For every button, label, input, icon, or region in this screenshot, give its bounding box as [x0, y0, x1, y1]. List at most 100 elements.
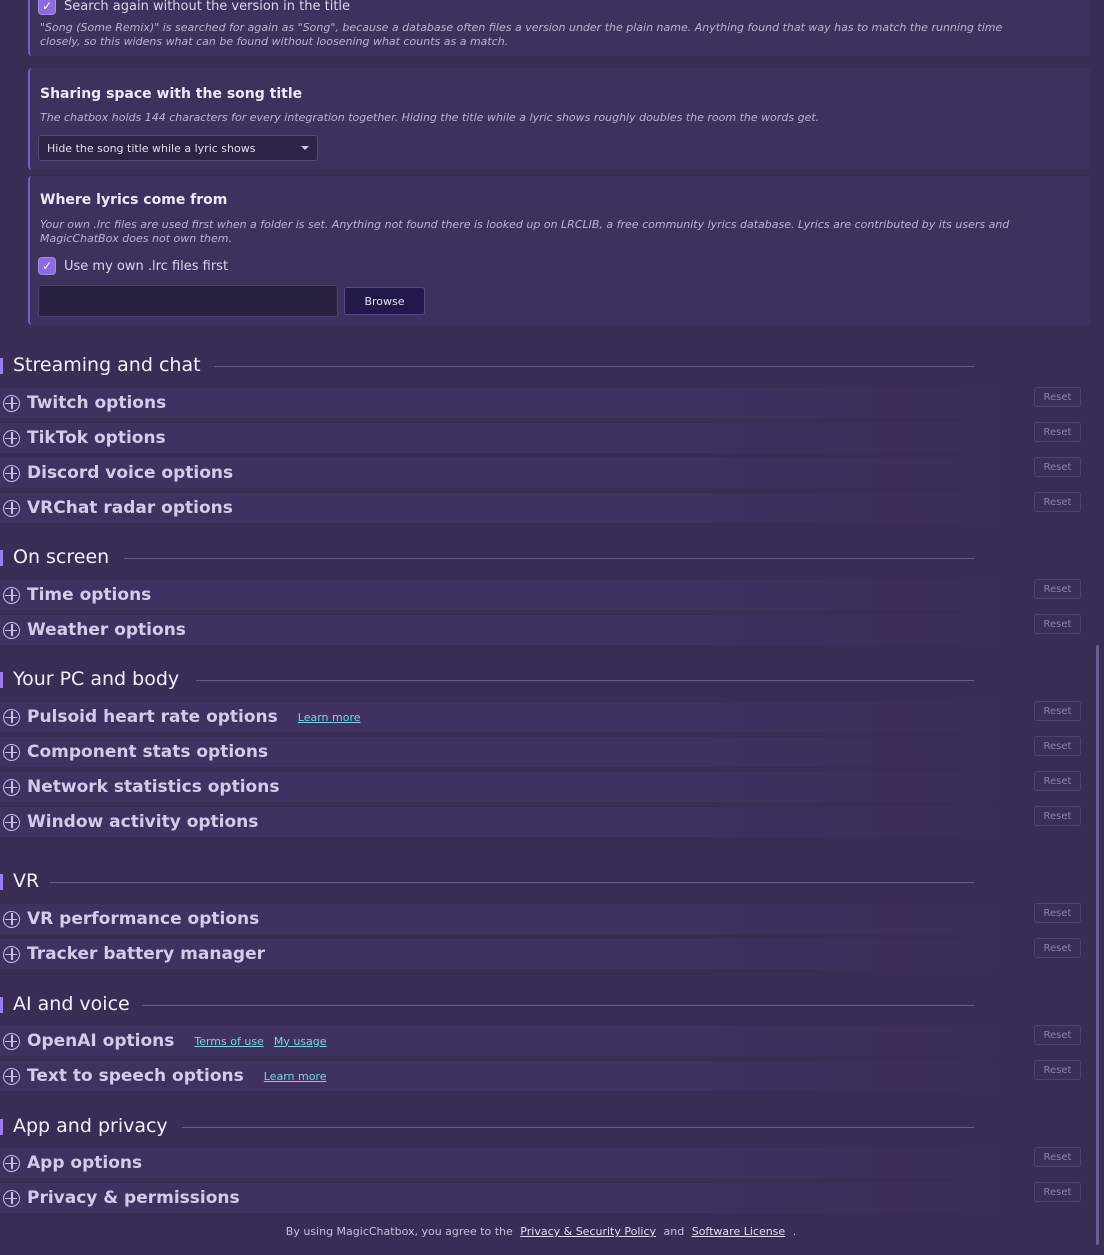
lrc-folder-input[interactable]	[38, 285, 338, 317]
checkbox-checked-icon[interactable]: ✓	[38, 0, 56, 15]
expand-plus-icon	[3, 1189, 20, 1207]
expand-plus-icon	[3, 1067, 20, 1085]
section-vr: VR	[0, 870, 1104, 894]
weather-options-row[interactable]: Weather options	[0, 615, 1000, 645]
reset-button[interactable]: Reset	[1034, 1182, 1081, 1202]
reset-button[interactable]: Reset	[1034, 614, 1081, 634]
reset-button[interactable]: Reset	[1034, 457, 1081, 477]
openai-options-row[interactable]: OpenAI options Terms of use My usage	[0, 1026, 1000, 1056]
section-ai-and-voice: AI and voice	[0, 993, 1104, 1017]
reset-button[interactable]: Reset	[1034, 938, 1081, 958]
sharing-description: The chatbox holds 144 characters for eve…	[40, 111, 820, 124]
section-on-screen: On screen	[0, 546, 1104, 570]
discord-voice-options-row[interactable]: Discord voice options	[0, 458, 1000, 488]
component-stats-options-row[interactable]: Component stats options	[0, 737, 1000, 767]
reset-button[interactable]: Reset	[1034, 771, 1081, 791]
section-divider	[196, 680, 974, 681]
lyrics-source-panel: Where lyrics come from Your own .lrc fil…	[28, 176, 1090, 325]
option-title: App options	[27, 1153, 143, 1173]
expand-plus-icon	[3, 621, 20, 639]
option-title: Discord voice options	[27, 463, 234, 483]
vrchat-radar-options-row[interactable]: VRChat radar options	[0, 493, 1000, 523]
option-title: Privacy & permissions	[27, 1188, 240, 1208]
reset-button[interactable]: Reset	[1034, 806, 1081, 826]
privacy-policy-link[interactable]: Privacy & Security Policy	[520, 1225, 656, 1238]
expand-plus-icon	[3, 464, 20, 482]
browse-button[interactable]: Browse	[344, 287, 425, 315]
tiktok-options-row[interactable]: TikTok options	[0, 423, 1000, 453]
select-value: Hide the song title while a lyric shows	[47, 141, 256, 155]
section-accent-bar	[0, 997, 3, 1013]
expand-plus-icon	[3, 1032, 20, 1050]
use-own-lrc-row[interactable]: ✓ Use my own .lrc files first	[38, 257, 228, 275]
vr-performance-options-row[interactable]: VR performance options	[0, 904, 1000, 934]
section-accent-bar	[0, 672, 3, 688]
checkbox-checked-icon[interactable]: ✓	[38, 257, 56, 275]
section-divider	[142, 1005, 974, 1006]
lyrics-source-description: Your own .lrc files are used first when …	[40, 218, 1010, 245]
reset-button[interactable]: Reset	[1034, 492, 1081, 512]
footer-prefix: By using MagicChatbox, you agree to the	[285, 1225, 513, 1238]
options-page: ✓ Search again without the version in th…	[0, 0, 1104, 1255]
learn-more-link[interactable]: Learn more	[298, 711, 361, 724]
section-title: Your PC and body	[13, 668, 180, 690]
sharing-title: Sharing space with the song title	[40, 86, 303, 102]
reset-button[interactable]: Reset	[1034, 579, 1081, 599]
section-title: On screen	[13, 546, 110, 568]
expand-plus-icon	[3, 910, 20, 928]
option-title: Component stats options	[27, 742, 269, 762]
expand-plus-icon	[3, 743, 20, 761]
reset-button[interactable]: Reset	[1034, 736, 1081, 756]
reset-button[interactable]: Reset	[1034, 387, 1081, 407]
pulsoid-options-row[interactable]: Pulsoid heart rate options Learn more	[0, 702, 1000, 732]
section-divider	[214, 366, 974, 367]
expand-plus-icon	[3, 429, 20, 447]
section-app-and-privacy: App and privacy	[0, 1115, 1104, 1139]
my-usage-link[interactable]: My usage	[274, 1035, 327, 1048]
section-accent-bar	[0, 550, 3, 566]
title-sharing-select[interactable]: Hide the song title while a lyric shows	[38, 135, 318, 161]
section-title: App and privacy	[13, 1115, 168, 1137]
text-to-speech-options-row[interactable]: Text to speech options Learn more	[0, 1061, 1000, 1091]
option-title: Text to speech options	[27, 1066, 244, 1086]
chevron-down-icon	[301, 146, 309, 150]
network-statistics-options-row[interactable]: Network statistics options	[0, 772, 1000, 802]
twitch-options-row[interactable]: Twitch options	[0, 388, 1000, 418]
tracker-battery-manager-row[interactable]: Tracker battery manager	[0, 939, 1000, 969]
search-again-row[interactable]: ✓ Search again without the version in th…	[38, 0, 350, 15]
section-title: VR	[13, 870, 40, 892]
learn-more-link[interactable]: Learn more	[264, 1070, 327, 1083]
lyrics-source-title: Where lyrics come from	[40, 192, 228, 208]
option-title: Network statistics options	[27, 777, 280, 797]
reset-button[interactable]: Reset	[1034, 701, 1081, 721]
footer: By using MagicChatbox, you agree to the …	[0, 1225, 1082, 1238]
option-title: VRChat radar options	[27, 498, 233, 518]
section-divider	[50, 882, 974, 883]
use-own-lrc-label: Use my own .lrc files first	[64, 258, 229, 274]
reset-button[interactable]: Reset	[1034, 903, 1081, 923]
software-license-link[interactable]: Software License	[692, 1225, 785, 1238]
section-your-pc-and-body: Your PC and body	[0, 668, 1104, 692]
expand-plus-icon	[3, 586, 20, 604]
expand-plus-icon	[3, 945, 20, 963]
reset-button[interactable]: Reset	[1034, 1060, 1081, 1080]
sharing-panel: Sharing space with the song title The ch…	[28, 68, 1090, 170]
section-streaming-and-chat: Streaming and chat	[0, 354, 1104, 378]
option-title: Pulsoid heart rate options	[27, 707, 278, 727]
section-title: Streaming and chat	[13, 354, 201, 376]
section-accent-bar	[0, 1119, 3, 1135]
terms-of-use-link[interactable]: Terms of use	[194, 1035, 263, 1048]
app-options-row[interactable]: App options	[0, 1148, 1000, 1178]
option-title: VR performance options	[27, 909, 260, 929]
reset-button[interactable]: Reset	[1034, 1147, 1081, 1167]
privacy-permissions-row[interactable]: Privacy & permissions	[0, 1183, 1000, 1213]
scrollbar[interactable]	[1096, 645, 1099, 1245]
time-options-row[interactable]: Time options	[0, 580, 1000, 610]
reset-button[interactable]: Reset	[1034, 1025, 1081, 1045]
expand-plus-icon	[3, 708, 20, 726]
option-title: TikTok options	[27, 428, 166, 448]
window-activity-options-row[interactable]: Window activity options	[0, 807, 1000, 837]
reset-button[interactable]: Reset	[1034, 422, 1081, 442]
search-again-panel: ✓ Search again without the version in th…	[28, 0, 1090, 56]
option-title: Weather options	[27, 620, 186, 640]
